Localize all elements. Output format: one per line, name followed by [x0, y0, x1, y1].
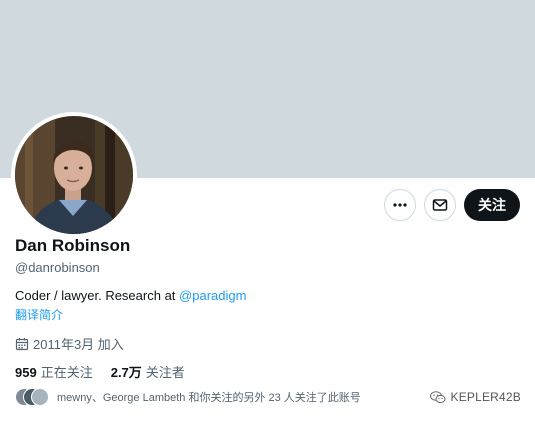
calendar-icon [15, 337, 29, 350]
wechat-icon [430, 390, 446, 403]
join-date-text: 2011年3月 加入 [33, 337, 124, 352]
message-button[interactable] [424, 189, 456, 221]
follow-button[interactable]: 关注 [464, 189, 520, 221]
bio-text: Coder / lawyer. Research at [15, 288, 180, 303]
profile-actions: 关注 [384, 188, 520, 222]
mutual-followers-text: mewny、George Lambeth 和你关注的另外 23 人关注了此账号 [57, 392, 361, 404]
profile-page: 关注 Dan Robinson @danrobinson Coder / law… [0, 0, 535, 421]
avatar[interactable] [11, 112, 137, 238]
bio-mention-link[interactable]: @paradigm [179, 288, 246, 303]
more-icon [393, 203, 407, 207]
profile-bio: Coder / lawyer. Research at @paradigm [15, 288, 246, 303]
following-label: 正在关注 [40, 365, 93, 380]
following-count: 959 [15, 365, 37, 380]
following-link[interactable]: 959 正在关注 [15, 362, 93, 381]
watermark-text: KEPLER42B [450, 390, 521, 404]
mutual-avatar [31, 388, 49, 406]
followers-label: 关注者 [145, 365, 185, 380]
avatar-photo [15, 116, 133, 234]
display-name: Dan Robinson [15, 236, 131, 255]
watermark: KEPLER42B [430, 390, 521, 404]
followers-count: 2.7万 [110, 365, 142, 380]
mutual-avatars [15, 388, 49, 406]
join-date: 2011年3月 加入 [15, 334, 124, 353]
followers-link[interactable]: 2.7万 关注者 [111, 362, 185, 381]
follow-stats: 959 正在关注 2.7万 关注者 [15, 362, 185, 381]
user-handle: @danrobinson [15, 260, 100, 275]
more-button[interactable] [384, 189, 416, 221]
mutual-followers[interactable]: mewny、George Lambeth 和你关注的另外 23 人关注了此账号 [15, 388, 361, 406]
mail-icon [432, 199, 448, 211]
translate-bio-link[interactable]: 翻译简介 [15, 306, 63, 323]
